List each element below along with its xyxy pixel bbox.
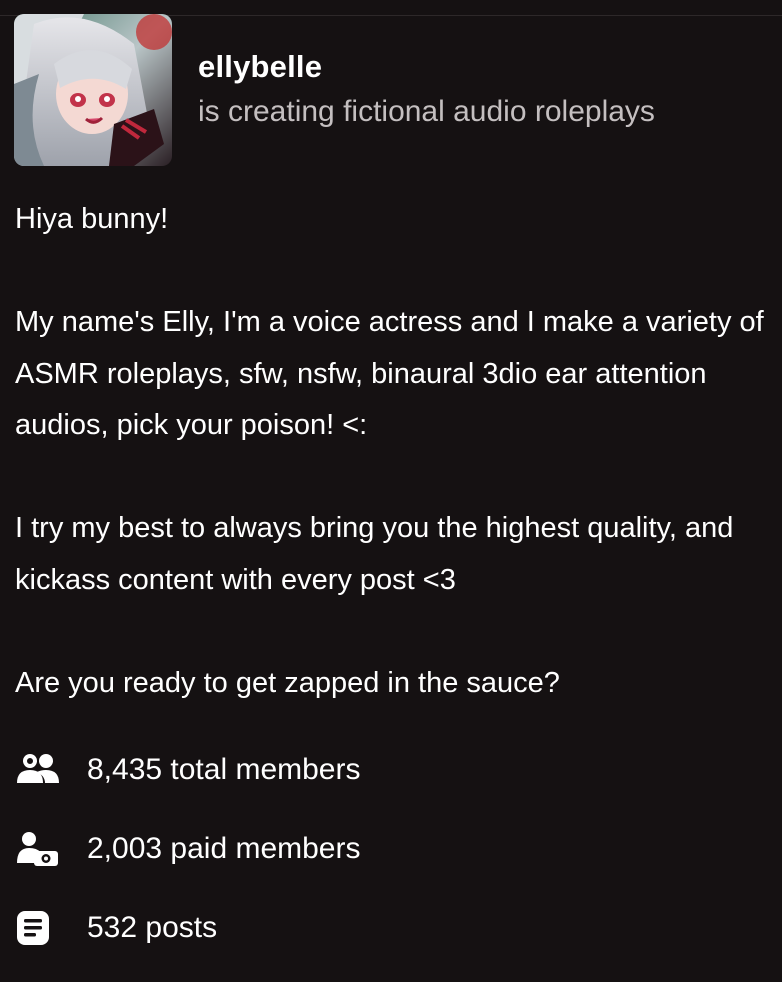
stat-total-members: 8,435 total members [15,745,361,795]
stat-paid-members-label: 2,003 paid members [87,832,361,865]
bio-paragraph: My name's Elly, I'm a voice actress and … [15,306,764,441]
stat-posts-label: 532 posts [87,911,218,944]
bio-paragraph: Are you ready to get zapped in the sauce… [15,666,560,699]
creator-bio: Hiya bunny! My name's Elly, I'm a voice … [15,194,775,709]
bio-paragraph: I try my best to always bring you the hi… [15,512,734,596]
people-icon [15,750,61,790]
stat-paid-members: 2,003 paid members [15,824,361,874]
creator-tagline: is creating fictional audio roleplays [198,95,655,128]
stat-total-members-label: 8,435 total members [87,753,361,786]
creator-stats: 8,435 total members 2,003 paid members 5… [15,745,361,982]
paid-member-icon [15,829,61,869]
bio-paragraph: Hiya bunny! [15,203,169,235]
creator-header: ellybelle is creating fictional audio ro… [14,14,655,166]
posts-icon [15,908,61,948]
creator-avatar[interactable] [14,14,172,166]
creator-name[interactable]: ellybelle [198,47,655,87]
stat-posts: 532 posts [15,903,361,953]
